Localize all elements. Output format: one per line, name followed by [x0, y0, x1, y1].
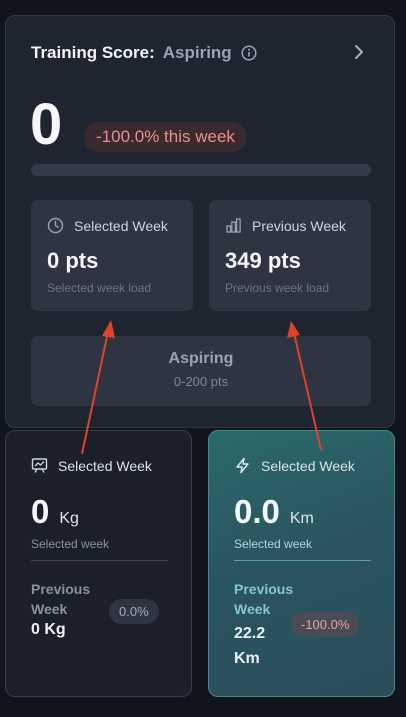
distance-unit: Km — [289, 510, 314, 527]
selected-week-header: Selected Week — [47, 217, 168, 234]
weight-value-row: 0 Kg — [31, 493, 79, 531]
previous-week-sub: Previous week load — [225, 281, 330, 295]
distance-value-row: 0.0 Km — [234, 493, 314, 531]
presentation-chart-icon — [31, 457, 48, 474]
distance-card-label: Selected Week — [261, 457, 355, 474]
distance-previous-value: 22.2 Km — [234, 625, 266, 667]
distance-card[interactable]: Selected Week 0.0 Km Selected week Previ… — [208, 430, 395, 697]
selected-week-label: Selected Week — [74, 217, 168, 234]
weight-card-header: Selected Week — [31, 457, 152, 474]
bar-chart-icon — [225, 217, 242, 234]
distance-card-header: Selected Week — [234, 457, 355, 474]
weekly-change-badge: -100.0% this week — [84, 122, 247, 152]
training-score-card[interactable]: Training Score: Aspiring 0 -100.0% this … — [5, 15, 395, 428]
weight-sub: Selected week — [31, 537, 110, 551]
level-name: Aspiring — [168, 350, 234, 367]
lightning-icon — [234, 457, 251, 474]
selected-week-points: 0 pts — [47, 248, 99, 273]
clock-icon — [47, 217, 64, 234]
page: Training Score: Aspiring 0 -100.0% this … — [0, 0, 406, 717]
score-progress-bar — [31, 164, 371, 176]
distance-value: 0.0 — [234, 493, 280, 530]
score-title: Training Score: — [31, 43, 155, 62]
divider — [31, 560, 168, 561]
info-icon[interactable] — [241, 45, 257, 61]
weight-card[interactable]: Selected Week 0 Kg Selected week Previou… — [5, 430, 192, 697]
weight-previous-label: Previous Week — [31, 581, 91, 617]
weight-card-label: Selected Week — [58, 457, 152, 474]
distance-change-badge: -100.0% — [291, 612, 360, 637]
previous-week-label: Previous Week — [252, 217, 346, 234]
previous-week-box: Previous Week 349 pts Previous week load — [209, 200, 371, 311]
distance-sub: Selected week — [234, 537, 313, 551]
weight-unit: Kg — [59, 510, 79, 527]
chevron-right-icon[interactable] — [352, 44, 366, 60]
previous-week-header: Previous Week — [225, 217, 346, 234]
selected-week-box: Selected Week 0 pts Selected week load — [31, 200, 193, 311]
distance-previous-label: Previous Week — [234, 581, 294, 617]
selected-week-sub: Selected week load — [47, 281, 152, 295]
weight-previous-value: 0 Kg — [31, 621, 66, 638]
weight-value: 0 — [31, 493, 50, 530]
level-range: 0-200 pts — [173, 374, 229, 389]
score-level: Aspiring — [162, 43, 232, 62]
score-header: Training Score: Aspiring — [31, 43, 257, 63]
weight-change-badge: 0.0% — [109, 599, 159, 624]
previous-week-points: 349 pts — [225, 248, 301, 273]
level-box: Aspiring 0-200 pts — [31, 336, 371, 406]
training-score-value: 0 — [30, 92, 63, 157]
divider — [234, 560, 371, 561]
